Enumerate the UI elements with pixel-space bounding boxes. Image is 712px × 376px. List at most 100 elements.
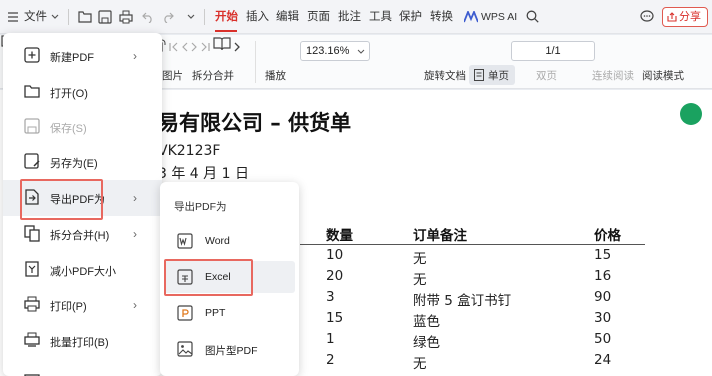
active-tab-indicator (215, 30, 237, 32)
document-code: VK2123F (158, 143, 221, 159)
chevron-down-icon[interactable] (51, 14, 59, 20)
table-cell: 2 (326, 352, 335, 368)
image-button[interactable]: 图片 (162, 68, 183, 83)
menu-item-print[interactable]: 打印(P) › (3, 287, 162, 323)
table-cell: 15 (594, 247, 612, 263)
single-page-button[interactable]: 单页 (469, 65, 515, 85)
menu-item-label: 减小PDF大小 (50, 266, 116, 278)
zoom-select[interactable]: 123.16% (300, 41, 370, 61)
submenu-title: 导出PDF为 (174, 201, 227, 213)
batch-print-icon (24, 332, 40, 347)
export-ppt-option[interactable]: PPT (164, 297, 295, 329)
page-first-icon[interactable] (169, 42, 178, 52)
read-mode-button[interactable]: 阅读模式 (642, 68, 684, 83)
table-cell: 15 (326, 310, 344, 326)
file-menu-button[interactable]: 文件 (24, 0, 47, 34)
ppt-icon (177, 305, 193, 321)
chevron-right-icon: › (133, 49, 137, 63)
table-cell: 20 (326, 268, 344, 284)
menu-item-label: 打印(P) (50, 301, 87, 313)
toolbar-divider (68, 9, 69, 25)
table-cell: 50 (594, 331, 612, 347)
play-button[interactable]: 播放 (265, 68, 286, 83)
page-last-icon[interactable] (201, 42, 210, 52)
save-as-icon (24, 153, 40, 169)
export-word-option[interactable]: Word (164, 225, 295, 257)
double-page-button[interactable]: 双页 (536, 68, 557, 83)
rotate-document-button[interactable]: 旋转文档 (424, 68, 466, 83)
undo-icon[interactable] (142, 11, 154, 23)
image-pdf-icon (177, 341, 193, 357)
menu-item-batch-print[interactable]: 批量打印(B) (3, 323, 162, 359)
export-option-label: Word (205, 235, 230, 247)
menu-item-label: 保存(S) (50, 123, 87, 135)
open-folder-icon[interactable] (78, 10, 92, 23)
chevron-right-icon: › (133, 298, 137, 312)
export-option-label: 图片型PDF (205, 345, 258, 357)
continuous-reading-button[interactable]: 连续阅读 (592, 68, 634, 83)
print-icon[interactable] (119, 10, 133, 24)
read-mode-icon[interactable] (213, 36, 231, 52)
tab-protect[interactable]: 保护 (399, 0, 422, 34)
table-rule (300, 244, 645, 245)
table-cell: 绿色 (413, 335, 440, 351)
split-merge-button[interactable]: 拆分合并 (192, 68, 234, 83)
menu-item-label: 另存为(E) (50, 158, 98, 170)
save-icon (24, 118, 40, 134)
menu-item-more[interactable] (3, 361, 162, 376)
column-header-quantity: 数量 (326, 228, 353, 244)
table-cell: 10 (326, 247, 344, 263)
share-label: 分享 (679, 11, 701, 23)
floating-action-button[interactable] (680, 103, 702, 125)
split-merge-icon (24, 225, 40, 242)
menu-item-label: 新建PDF (50, 52, 94, 64)
page-next-icon[interactable] (191, 42, 198, 52)
table-cell: 24 (594, 352, 612, 368)
ribbon-divider (255, 41, 256, 83)
table-cell: 蓝色 (413, 314, 440, 330)
wps-ai-icon[interactable] (464, 11, 478, 23)
chevron-right-icon[interactable] (234, 42, 241, 52)
tab-convert[interactable]: 转换 (430, 0, 453, 34)
table-cell: 无 (413, 251, 427, 267)
page-number-value: 1/1 (545, 45, 561, 57)
tab-page[interactable]: 页面 (307, 0, 330, 34)
print-icon (24, 296, 40, 312)
highlight-outline (20, 179, 103, 220)
chevron-down-icon (357, 49, 365, 54)
menu-item-split-merge[interactable]: 拆分合并(H) › (3, 216, 162, 252)
tab-insert[interactable]: 插入 (246, 0, 269, 34)
page-number-input[interactable]: 1/1 (511, 41, 595, 61)
page-prev-icon[interactable] (181, 42, 188, 52)
tab-tools[interactable]: 工具 (369, 0, 392, 34)
highlight-outline (164, 259, 253, 296)
tab-home[interactable]: 开始 (215, 0, 238, 34)
column-header-price: 价格 (594, 228, 621, 244)
chevron-right-icon: › (133, 227, 137, 241)
menu-item-new-pdf[interactable]: 新建PDF › (3, 38, 162, 74)
share-icon (667, 12, 677, 22)
share-button[interactable]: 分享 (662, 7, 708, 27)
compress-icon (25, 261, 39, 277)
tab-wps-ai[interactable]: WPS AI (481, 0, 517, 34)
chevron-down-icon[interactable] (187, 14, 195, 20)
chat-icon[interactable] (640, 10, 654, 23)
export-option-label: PPT (205, 307, 226, 319)
save-icon[interactable] (98, 10, 112, 24)
search-icon[interactable] (526, 10, 539, 23)
menu-item-save-as[interactable]: 另存为(E) (3, 144, 162, 180)
zoom-value: 123.16% (306, 45, 350, 57)
table-cell: 16 (594, 268, 612, 284)
redo-icon[interactable] (162, 11, 174, 23)
tab-edit[interactable]: 编辑 (276, 0, 299, 34)
menu-item-compress-pdf[interactable]: 减小PDF大小 (3, 252, 162, 288)
menu-item-label: 拆分合并(H) (50, 230, 110, 242)
hamburger-icon[interactable] (8, 12, 18, 22)
column-header-notes: 订单备注 (413, 228, 467, 244)
chevron-right-icon: › (133, 191, 137, 205)
new-pdf-icon (24, 47, 40, 63)
export-image-pdf-option[interactable]: 图片型PDF (164, 333, 295, 365)
menu-item-open[interactable]: 打开(O) (3, 74, 162, 110)
table-cell: 90 (594, 289, 612, 305)
tab-annotate[interactable]: 批注 (338, 0, 361, 34)
